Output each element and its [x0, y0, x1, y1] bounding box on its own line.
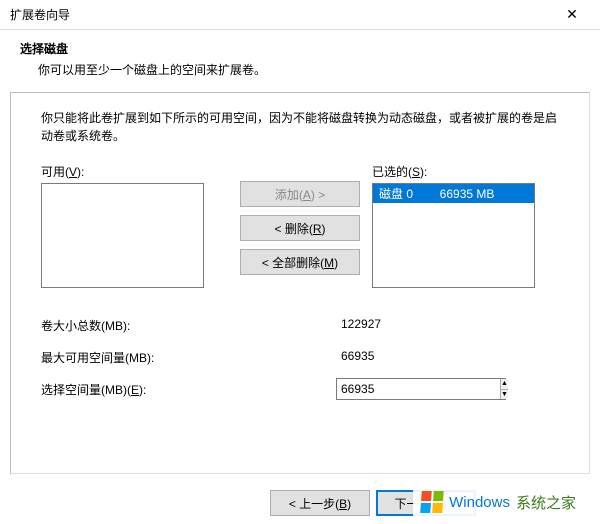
total-size-label: 卷大小总数(MB):	[41, 317, 336, 334]
total-size-value: 122927	[336, 314, 506, 336]
page-title: 选择磁盘	[20, 40, 580, 57]
selected-listbox[interactable]: 磁盘 0 66935 MB	[372, 183, 535, 288]
available-listbox[interactable]	[41, 183, 204, 288]
max-space-value: 66935	[336, 346, 506, 368]
wizard-footer: < 上一步(B) 下一步(N) > 取消	[0, 490, 600, 516]
available-accelerator: V	[69, 165, 77, 179]
remove-button[interactable]: < 删除(R)	[240, 215, 360, 241]
select-space-input[interactable]	[337, 379, 500, 399]
content-panel: 你只能将此卷扩展到如下所示的可用空间，因为不能将磁盘转换为动态磁盘，或者被扩展的…	[10, 92, 590, 474]
window-title: 扩展卷向导	[10, 6, 70, 23]
selected-column: 已选的(S): 磁盘 0 66935 MB	[372, 163, 559, 288]
back-button[interactable]: < 上一步(B)	[270, 490, 370, 516]
close-button[interactable]: ✕	[552, 1, 592, 29]
size-fields: 卷大小总数(MB): 122927 最大可用空间量(MB): 66935 选择空…	[41, 314, 559, 400]
disk-lists-row: 可用(V): 添加(A) > < 删除(R) < 全部删除(M) 已选的(S):…	[41, 163, 559, 288]
info-text: 你只能将此卷扩展到如下所示的可用空间，因为不能将磁盘转换为动态磁盘，或者被扩展的…	[41, 109, 559, 145]
spin-buttons: ▲ ▼	[500, 379, 508, 399]
spin-down-button[interactable]: ▼	[501, 390, 508, 400]
page-subtitle: 你可以用至少一个磁盘上的空间来扩展卷。	[20, 61, 580, 78]
select-space-label: 选择空间量(MB)(E):	[41, 381, 336, 398]
remove-all-button[interactable]: < 全部删除(M)	[240, 249, 360, 275]
available-column: 可用(V):	[41, 163, 228, 288]
selected-accelerator: S	[412, 165, 420, 179]
transfer-buttons: 添加(A) > < 删除(R) < 全部删除(M)	[236, 163, 364, 275]
total-size-row: 卷大小总数(MB): 122927	[41, 314, 559, 336]
list-item[interactable]: 磁盘 0 66935 MB	[373, 184, 534, 203]
wizard-header: 选择磁盘 你可以用至少一个磁盘上的空间来扩展卷。	[0, 30, 600, 92]
add-button[interactable]: 添加(A) >	[240, 181, 360, 207]
close-icon: ✕	[566, 6, 578, 23]
select-space-row: 选择空间量(MB)(E): ▲ ▼	[41, 378, 559, 400]
available-label: 可用(V):	[41, 163, 228, 180]
spin-up-button[interactable]: ▲	[501, 379, 508, 390]
titlebar: 扩展卷向导 ✕	[0, 0, 600, 30]
next-button[interactable]: 下一步(N) >	[376, 490, 476, 516]
selected-label: 已选的(S):	[372, 163, 559, 180]
max-space-label: 最大可用空间量(MB):	[41, 349, 336, 366]
max-space-row: 最大可用空间量(MB): 66935	[41, 346, 559, 368]
select-space-spinner: ▲ ▼	[336, 378, 506, 400]
